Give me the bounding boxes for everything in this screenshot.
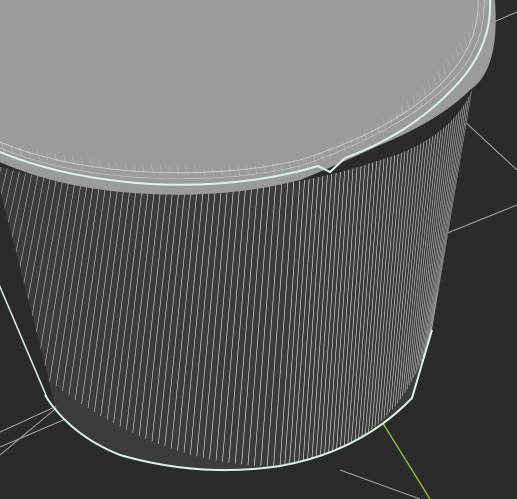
- 3d-viewport[interactable]: [0, 0, 517, 499]
- viewport-scene[interactable]: [0, 0, 517, 499]
